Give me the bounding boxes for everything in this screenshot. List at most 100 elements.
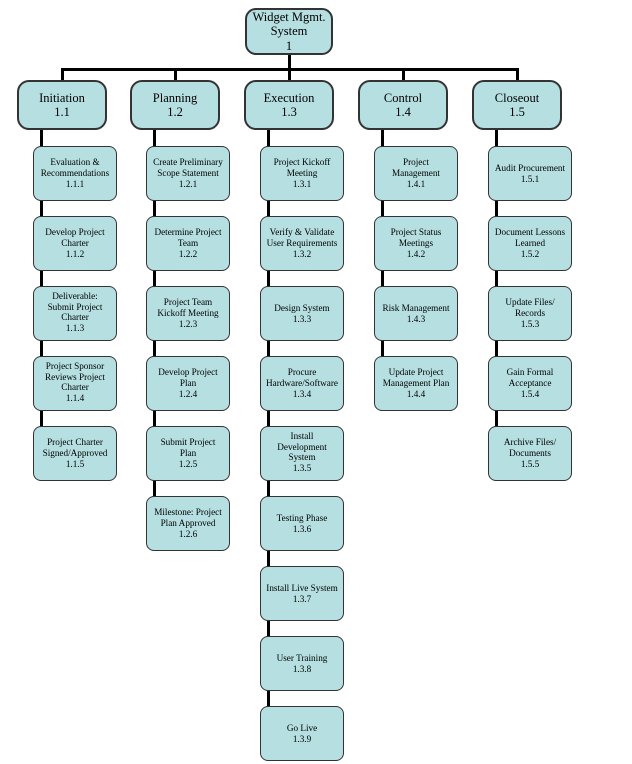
node-code: 1.3.7 — [292, 593, 312, 604]
task-node-1.3.5[interactable]: Install Development System 1.3.5 — [260, 426, 344, 481]
task-node-1.3.3[interactable]: Design System 1.3.3 — [260, 286, 344, 341]
node-code: 1.3.4 — [292, 388, 312, 399]
phase-stem-initiation — [60, 68, 64, 80]
task-node-1.2.6[interactable]: Milestone: Project Plan Approved 1.2.6 — [146, 496, 230, 551]
phase-stem-planning — [173, 68, 177, 80]
node-label: Project Management — [392, 157, 440, 179]
task-node-1.2.2[interactable]: Determine Project Team 1.2.2 — [146, 216, 230, 271]
root-node[interactable]: Widget Mgmt. System 1 — [245, 8, 333, 55]
task-node-1.4.2[interactable]: Project Status Meetings 1.4.2 — [374, 216, 458, 271]
node-code: 1.3.2 — [292, 248, 312, 259]
task-node-1.4.1[interactable]: Project Management 1.4.1 — [374, 146, 458, 201]
node-code: 1.2.4 — [178, 388, 198, 399]
node-code: 1.5.1 — [520, 173, 540, 184]
node-label: Closeout — [494, 90, 540, 105]
node-code: 1.2.3 — [178, 318, 198, 329]
node-code: 1.2.5 — [178, 458, 198, 469]
task-node-1.1.1[interactable]: Evaluation & Recommendations 1.1.1 — [33, 146, 117, 201]
node-code: 1.5 — [509, 105, 525, 119]
task-node-1.2.5[interactable]: Submit Project Plan 1.2.5 — [146, 426, 230, 481]
task-node-1.1.2[interactable]: Develop Project Charter 1.1.2 — [33, 216, 117, 271]
node-code: 1.4.4 — [406, 388, 426, 399]
task-node-1.3.8[interactable]: User Training 1.3.8 — [260, 636, 344, 691]
node-label: Execution — [263, 90, 315, 105]
task-node-1.3.1[interactable]: Project Kickoff Meeting 1.3.1 — [260, 146, 344, 201]
wbs-diagram: Widget Mgmt. System 1 Initiation 1.1 Evaluat… — [0, 0, 632, 764]
phase-node-closeout[interactable]: Closeout 1.5 — [472, 80, 562, 130]
task-node-1.2.3[interactable]: Project Team Kickoff Meeting 1.2.3 — [146, 286, 230, 341]
node-label: User Training — [276, 652, 328, 663]
node-label: Submit Project Plan — [160, 437, 216, 459]
node-label: Evaluation & Recommendations — [40, 157, 110, 179]
node-label: Go Live — [286, 722, 318, 733]
node-label: Update Files/ Records — [505, 297, 555, 319]
node-code: 1.2.6 — [178, 528, 198, 539]
node-code: 1.3.1 — [292, 178, 312, 189]
node-label: Project Status Meetings — [390, 227, 442, 249]
task-node-1.3.6[interactable]: Testing Phase 1.3.6 — [260, 496, 344, 551]
node-code: 1.3.9 — [292, 733, 312, 744]
task-node-1.2.4[interactable]: Develop Project Plan 1.2.4 — [146, 356, 230, 411]
node-code: 1.4 — [395, 105, 411, 119]
task-node-1.2.1[interactable]: Create Preliminary Scope Statement 1.2.1 — [146, 146, 230, 201]
node-label: Deliverable: Submit Project Charter — [47, 291, 103, 323]
node-code: 1.3.8 — [292, 663, 312, 674]
node-label: Milestone: Project Plan Approved — [154, 507, 222, 529]
phase-node-planning[interactable]: Planning 1.2 — [130, 80, 220, 130]
node-label: Testing Phase — [276, 512, 328, 523]
node-code: 1.5.3 — [520, 318, 540, 329]
node-label: Project Kickoff Meeting — [273, 157, 331, 179]
node-code: 1.5.5 — [520, 458, 540, 469]
node-label: Initiation — [39, 90, 85, 105]
task-node-1.3.7[interactable]: Install Live System 1.3.7 — [260, 566, 344, 621]
node-code: 1.1 — [54, 105, 70, 119]
node-label: Procure Hardware/Software — [266, 367, 338, 389]
node-label: Control — [383, 90, 423, 105]
task-node-1.1.3[interactable]: Deliverable: Submit Project Charter 1.1.3 — [33, 286, 117, 341]
task-node-1.1.4[interactable]: Project Sponsor Reviews Project Charter 1… — [33, 356, 117, 411]
task-node-1.5.2[interactable]: Document Lessons Learned 1.5.2 — [488, 216, 572, 271]
node-label: Create Preliminary Scope Statement — [153, 157, 223, 179]
node-code: 1.1.3 — [65, 323, 85, 334]
task-node-1.4.3[interactable]: Risk Management 1.4.3 — [374, 286, 458, 341]
task-node-1.3.4[interactable]: Procure Hardware/Software 1.3.4 — [260, 356, 344, 411]
task-node-1.3.2[interactable]: Verify & Validate User Requirements 1.3.2 — [260, 216, 344, 271]
task-node-1.5.1[interactable]: Audit Procurement 1.5.1 — [488, 146, 572, 201]
phase-stem-execution — [287, 68, 291, 80]
node-code: 1.1.1 — [65, 178, 85, 189]
node-label: Develop Project Charter — [45, 227, 105, 249]
node-code: 1.4.1 — [406, 178, 426, 189]
node-code: 1.5.2 — [520, 248, 540, 259]
node-label: Project Team Kickoff Meeting — [157, 297, 219, 319]
node-code: 1.2 — [167, 105, 183, 119]
node-label: Install Development System — [277, 431, 327, 463]
task-node-1.5.5[interactable]: Archive Files/ Documents 1.5.5 — [488, 426, 572, 481]
node-code: 1.4.2 — [406, 248, 426, 259]
node-label: Determine Project Team — [154, 227, 222, 249]
node-label: Project Sponsor Reviews Project Charter — [45, 361, 105, 393]
node-label: Audit Procurement — [494, 162, 566, 173]
node-label: Planning — [152, 90, 198, 105]
node-label: Install Live System — [266, 582, 338, 593]
node-code: 1.2.1 — [178, 178, 198, 189]
task-node-1.5.4[interactable]: Gain Formal Acceptance 1.5.4 — [488, 356, 572, 411]
node-code: 1.5.4 — [520, 388, 540, 399]
node-label: Risk Management — [382, 302, 450, 313]
node-code: 1.4.3 — [406, 313, 426, 324]
task-node-1.1.5[interactable]: Project Charter Signed/Approved 1.1.5 — [33, 426, 117, 481]
node-label: Develop Project Plan — [158, 367, 218, 389]
node-code: 1.1.2 — [65, 248, 85, 259]
node-code: 1.3.6 — [292, 523, 312, 534]
node-code: 1.1.5 — [65, 458, 85, 469]
node-label: Update Project Management Plan — [382, 367, 450, 389]
phase-node-execution[interactable]: Execution 1.3 — [244, 80, 334, 130]
phase-node-control[interactable]: Control 1.4 — [358, 80, 448, 130]
task-node-1.4.4[interactable]: Update Project Management Plan 1.4.4 — [374, 356, 458, 411]
node-label: Gain Formal Acceptance — [506, 367, 554, 389]
phase-stem-control — [401, 68, 405, 80]
node-code: 1.3.5 — [292, 463, 312, 474]
node-code: 1.2.2 — [178, 248, 198, 259]
phase-node-initiation[interactable]: Initiation 1.1 — [17, 80, 107, 130]
task-node-1.5.3[interactable]: Update Files/ Records 1.5.3 — [488, 286, 572, 341]
task-node-1.3.9[interactable]: Go Live 1.3.9 — [260, 706, 344, 761]
